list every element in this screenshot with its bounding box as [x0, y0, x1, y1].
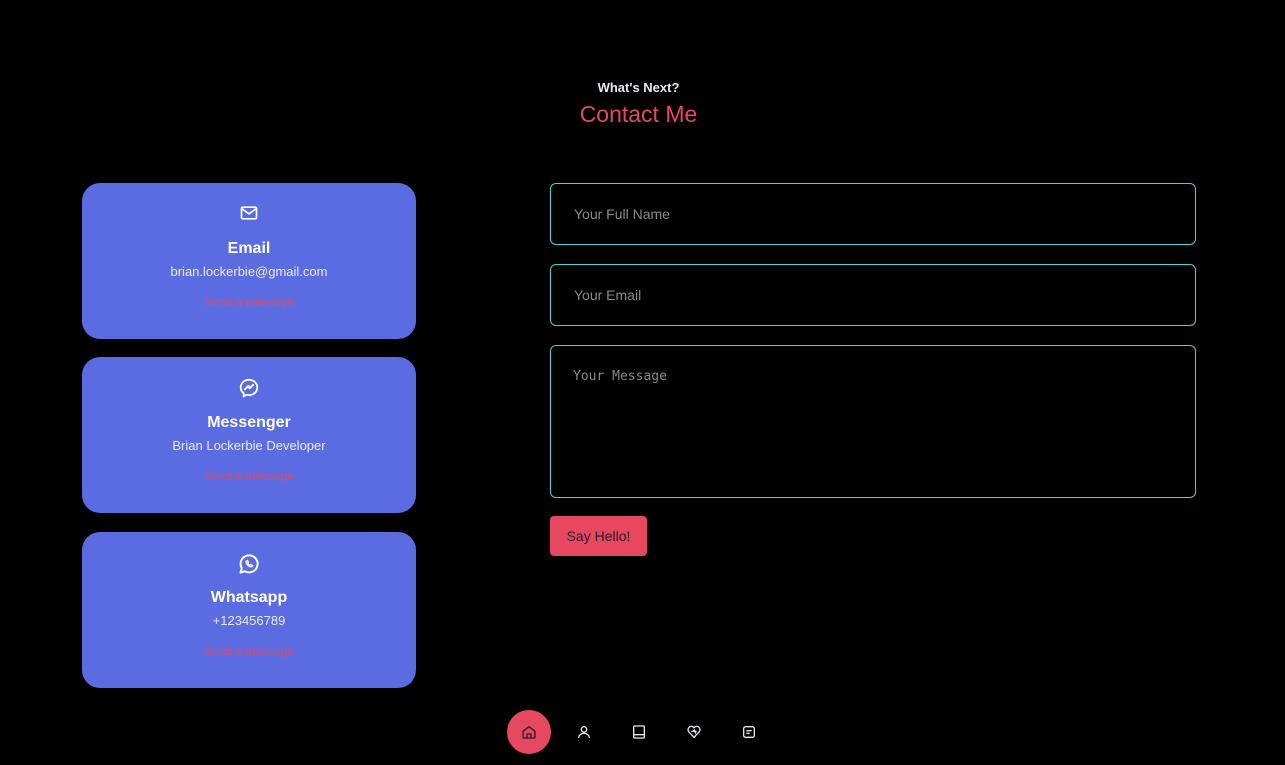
send-message-link[interactable]: Send a message	[82, 295, 416, 309]
contact-page: What's Next? Contact Me Email brian.lock…	[0, 0, 1285, 765]
contact-card-messenger: Messenger Brian Lockerbie Developer Send…	[82, 357, 416, 513]
contact-card-title: Whatsapp	[210, 589, 288, 606]
section-subtitle: What's Next?	[597, 80, 680, 95]
nav-services[interactable]	[672, 710, 716, 754]
send-message-link[interactable]: Send a message	[82, 644, 416, 658]
nav-about[interactable]	[562, 710, 606, 754]
contact-card-title: Email	[227, 240, 271, 257]
section-title: Contact Me	[579, 101, 698, 127]
nav-home[interactable]	[507, 710, 551, 754]
contact-card-value: Brian Lockerbie Developer	[172, 438, 326, 453]
bottom-nav	[507, 710, 782, 754]
message-textarea[interactable]	[550, 345, 1196, 498]
contact-card-value: brian.lockerbie@gmail.com	[170, 264, 328, 279]
nav-experience[interactable]	[617, 710, 661, 754]
contact-card-value: +123456789	[212, 613, 286, 628]
whatsapp-icon	[82, 552, 416, 576]
contact-card-title: Messenger	[207, 414, 291, 431]
book-icon	[631, 724, 647, 740]
full-name-input[interactable]	[550, 183, 1196, 245]
home-icon	[521, 724, 537, 740]
nav-contact[interactable]	[727, 710, 771, 754]
say-hello-button[interactable]: Say Hello!	[550, 516, 647, 556]
services-icon	[686, 724, 702, 740]
user-icon	[576, 724, 592, 740]
messenger-icon	[82, 377, 416, 401]
contact-card-email: Email brian.lockerbie@gmail.com Send a m…	[82, 183, 416, 339]
mail-icon	[82, 203, 416, 227]
email-input[interactable]	[550, 264, 1196, 326]
send-message-link[interactable]: Send a message	[82, 469, 416, 483]
contact-card-whatsapp: Whatsapp +123456789 Send a message	[82, 532, 416, 688]
section-header: What's Next? Contact Me	[0, 80, 1285, 128]
message-icon	[741, 724, 757, 740]
